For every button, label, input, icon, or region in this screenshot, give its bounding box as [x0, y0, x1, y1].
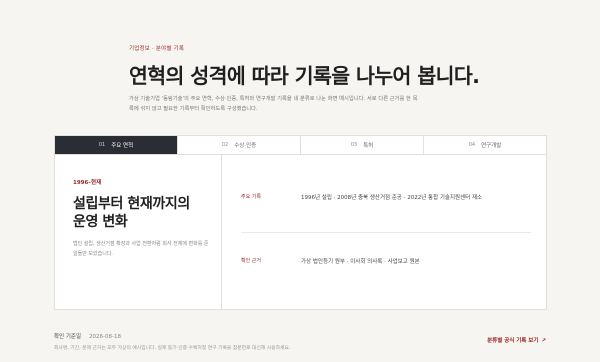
- section-summary: 1996–현재 설립부터 현재까지의 운영 변화 법인 설립, 생산거점 확장과…: [55, 155, 222, 310]
- breadcrumb: 기업정보 · 분야별 기록: [129, 46, 185, 52]
- section-title-line: 운영 변화: [73, 214, 128, 230]
- page-description: 가상 기술기업 '동림기술'의 주요 연혁, 수상·인증, 특허와 연구개발 기…: [129, 96, 418, 112]
- tab-label: 특허: [363, 143, 374, 149]
- record-value: 1996년 설립 · 2008년 충북 생산거점 준공 · 2022년 통합 기…: [301, 195, 483, 201]
- tab-number: 01: [98, 142, 106, 148]
- category-tabs: 01 주요 연혁 02 수상·인증 03 특허 04 연구개발: [55, 136, 546, 155]
- section-title-line: 설립부터 현재까지의: [73, 196, 190, 212]
- reference-date: 확인 기준일 2026-08-18: [54, 332, 121, 340]
- section-title: 설립부터 현재까지의 운영 변화: [73, 195, 190, 231]
- tab-number: 02: [221, 142, 229, 148]
- tab-label: 주요 연혁: [111, 143, 134, 149]
- page-title: 연혁의 성격에 따라 기록을 나누어 봅니다.: [129, 64, 480, 88]
- section-period: 1996–현재: [73, 180, 102, 186]
- external-link-icon: ↗: [541, 338, 546, 344]
- disclaimer-note: 회사명, 기간, 문제 근거는 모두 가상의 예시입니다. 실제 등기·인증·수…: [54, 346, 291, 351]
- record-key: 주요 기록: [241, 194, 261, 200]
- tab-awards-certifications[interactable]: 02 수상·인증: [177, 136, 300, 154]
- tab-patents[interactable]: 03 특허: [300, 136, 423, 154]
- official-records-link-label: 분류별 공식 기록 보기: [487, 338, 539, 344]
- record-row: 확인 근거 가상 법인등기 원부 · 이사회 의사록 · 사업보고 원본: [241, 257, 531, 265]
- tab-research[interactable]: 04 연구개발: [423, 136, 546, 154]
- tab-label: 수상·인증: [234, 143, 257, 149]
- tab-label: 연구개발: [481, 143, 502, 149]
- records-panel: 01 주요 연혁 02 수상·인증 03 특허 04 연구개발 1996–현재 …: [54, 135, 547, 310]
- record-key: 확인 근거: [241, 258, 261, 264]
- record-value: 가상 법인등기 원부 · 이사회 의사록 · 사업보고 원본: [301, 259, 420, 265]
- tab-number: 03: [350, 142, 358, 148]
- reference-date-label: 확인 기준일: [54, 334, 82, 340]
- section-description: 법인 설립, 생산거점 확장과 사업 전환처럼 회사 전체에 변화를 준 일들만…: [73, 241, 209, 257]
- row-divider: [241, 232, 531, 233]
- reference-date-value: 2026-08-18: [89, 334, 122, 340]
- record-row: 주요 기록 1996년 설립 · 2008년 충북 생산거점 준공 · 2022…: [241, 193, 531, 201]
- tab-major-history[interactable]: 01 주요 연혁: [55, 136, 177, 154]
- tab-number: 04: [468, 142, 476, 148]
- official-records-link[interactable]: 분류별 공식 기록 보기 ↗: [487, 336, 546, 344]
